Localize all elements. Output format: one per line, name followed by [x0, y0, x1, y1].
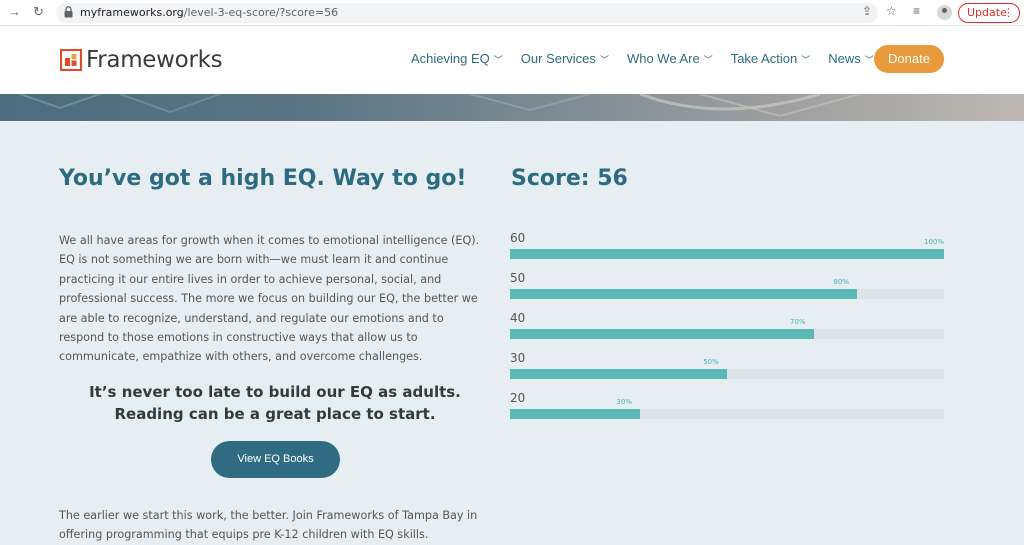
url-domain: myframeworks.org	[80, 6, 184, 19]
menu-dots-icon[interactable]: ⋮	[1003, 4, 1014, 21]
intro-paragraph: We all have areas for growth when it com…	[59, 234, 480, 364]
score-bar-label: 30	[510, 351, 526, 365]
nav-label: Who We Are	[626, 51, 700, 66]
reading-list-icon[interactable]: ≡	[913, 4, 920, 18]
nav-label: News	[828, 51, 861, 66]
score-bar-fill	[510, 289, 858, 299]
view-eq-books-button[interactable]: View EQ Books	[211, 441, 340, 478]
main-content: You’ve got a high EQ. Way to go! Score: …	[0, 121, 1024, 545]
reload-icon[interactable]: ↻	[33, 4, 44, 20]
address-bar[interactable]: myframeworks.org/level-3-eq-score/?score…	[56, 3, 878, 23]
nav-who-we-are[interactable]: Who We Are ﹀	[627, 51, 713, 66]
score-bar-fill	[510, 249, 944, 259]
score-bar-track	[510, 289, 944, 299]
share-icon[interactable]: ⇪	[862, 4, 872, 18]
nav-label: Achieving EQ	[411, 51, 490, 66]
hero-image	[0, 94, 1024, 121]
score-bar-percent: 30%	[616, 398, 632, 406]
logo-text: Frameworks	[86, 47, 223, 73]
score-bar-track	[510, 369, 944, 379]
score-bars: 60 100% 50 80% 40 70% 30 50% 20 30%	[510, 231, 944, 431]
score-bar-row: 20 30%	[510, 391, 944, 431]
frameworks-logo[interactable]: Frameworks	[60, 47, 223, 73]
score-bar-track	[510, 329, 944, 339]
donate-button[interactable]: Donate	[874, 45, 944, 73]
score-bar-fill	[510, 329, 814, 339]
nav-news[interactable]: News ﹀	[828, 51, 874, 66]
url-text: myframeworks.org/level-3-eq-score/?score…	[80, 6, 338, 19]
lock-icon	[64, 6, 73, 18]
star-icon[interactable]: ☆	[886, 4, 897, 18]
main-nav: Achieving EQ ﹀ Our Services ﹀ Who We Are ﹀ …	[411, 51, 892, 66]
chevron-down-icon: ﹀	[703, 55, 713, 65]
score-title: Score: 56	[511, 166, 628, 191]
score-bar-label: 60	[510, 231, 526, 245]
nav-label: Our Services	[520, 51, 596, 66]
score-bar-row: 40 70%	[510, 311, 944, 351]
callout-line-1: It’s never too late to build our EQ as a…	[89, 383, 461, 401]
nav-take-action[interactable]: Take Action ﹀	[731, 51, 811, 66]
chevron-down-icon: ﹀	[801, 55, 811, 65]
back-arrow-icon[interactable]: →	[8, 4, 21, 19]
score-bar-percent: 80%	[833, 278, 849, 286]
score-bar-label: 50	[510, 271, 526, 285]
nav-achieving-eq[interactable]: Achieving EQ ﹀	[411, 51, 503, 66]
hero-pattern	[19, 94, 861, 118]
callout-line-2: Reading can be a great place to start.	[114, 405, 436, 423]
score-bar-percent: 70%	[790, 318, 806, 326]
score-bar-label: 40	[510, 311, 526, 325]
chevron-down-icon: ﹀	[864, 55, 874, 65]
score-bar-fill	[510, 369, 727, 379]
nav-label: Take Action	[730, 51, 798, 66]
score-bar-fill	[510, 409, 641, 419]
url-path: /level-3-eq-score/?score=56	[183, 6, 339, 19]
update-button[interactable]: Update ⋮	[958, 3, 1020, 23]
chevron-down-icon: ﹀	[599, 55, 609, 65]
callout-text: It’s never too late to build our EQ as a…	[59, 381, 491, 425]
nav-our-services[interactable]: Our Services ﹀	[521, 51, 609, 66]
update-label: Update	[967, 6, 1007, 19]
score-bar-label: 20	[510, 391, 526, 405]
score-bar-row: 60 100%	[510, 231, 944, 271]
chevron-down-icon: ﹀	[493, 55, 503, 65]
programs-paragraph: The earlier we start this work, the bett…	[59, 509, 478, 542]
score-bar-track	[510, 249, 944, 259]
frameworks-logo-icon	[60, 49, 82, 71]
profile-icon[interactable]	[937, 5, 952, 20]
browser-toolbar: → ↻ myframeworks.org/level-3-eq-score/?s…	[0, 0, 1024, 26]
score-bar-row: 50 80%	[510, 271, 944, 311]
score-bar-track	[510, 409, 944, 419]
score-bar-percent: 50%	[703, 358, 719, 366]
page-headline: You’ve got a high EQ. Way to go!	[59, 166, 467, 191]
score-bar-row: 30 50%	[510, 351, 944, 391]
site-header: Frameworks Achieving EQ ﹀ Our Services ﹀ W…	[0, 26, 1024, 94]
score-bar-percent: 100%	[923, 238, 944, 246]
